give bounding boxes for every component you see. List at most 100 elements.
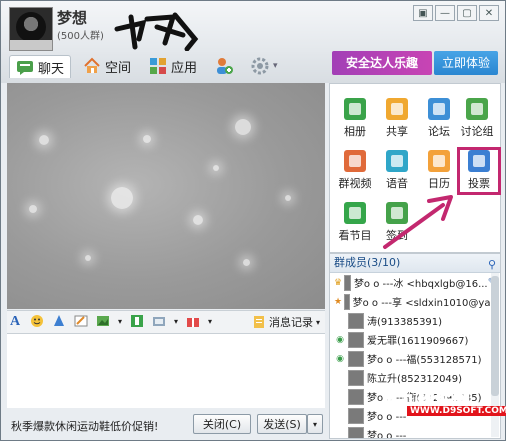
bokeh-light xyxy=(143,135,151,143)
font-icon[interactable]: A xyxy=(7,314,23,330)
bokeh-light xyxy=(29,205,37,213)
member-row[interactable]: ◉ 爱无罪(1611909667) xyxy=(330,330,500,349)
skin-button[interactable]: ▣ xyxy=(413,5,433,21)
shake-icon[interactable] xyxy=(51,314,67,330)
chevron-down-icon[interactable]: ▾ xyxy=(173,314,179,330)
search-icon[interactable]: ⚲ xyxy=(488,256,496,274)
member-count-title: 群成员(3/10) xyxy=(334,256,401,269)
member-avatar xyxy=(348,388,364,405)
chevron-down-icon[interactable]: ▾ xyxy=(207,314,213,330)
music-icon[interactable] xyxy=(129,314,145,330)
watermark-url: WWW.D9SOFT.COM xyxy=(407,406,506,416)
member-scroll-thumb[interactable] xyxy=(491,276,499,396)
vote-highlight-box xyxy=(457,147,501,195)
doodle-icon[interactable] xyxy=(73,314,89,330)
chevron-down-icon: ▾ xyxy=(316,317,321,327)
bokeh-light xyxy=(39,135,49,145)
discussion-icon xyxy=(466,98,488,120)
ad-link[interactable]: 秋季爆款休闲运动鞋低价促销! xyxy=(11,418,158,434)
blank-badge xyxy=(334,429,346,439)
history-icon xyxy=(254,316,264,328)
site-watermark: 第九软件网 WWW.D9SOFT.COM xyxy=(373,385,506,419)
tab-apps-label: 应用 xyxy=(171,60,198,76)
status-icon: ◉ xyxy=(336,353,344,364)
message-input[interactable] xyxy=(7,334,325,408)
group-member-count: (500人群) xyxy=(57,31,104,42)
member-avatar xyxy=(348,331,364,348)
member-avatar xyxy=(348,426,364,438)
app-shows[interactable]: 看节目 xyxy=(334,202,376,248)
album-icon xyxy=(344,98,366,120)
chat-message-area[interactable] xyxy=(7,83,325,309)
chat-icon xyxy=(17,61,33,75)
home-icon xyxy=(84,57,100,73)
window-header: 梦想 (500人群) ▣ — ▢ ✕ 聊天 空间 应用 ▾ 安全达人乐趣 立即体… xyxy=(1,1,505,83)
member-avatar xyxy=(348,407,364,424)
blank-badge xyxy=(334,315,346,327)
member-row[interactable]: ★ 梦o o ---享 <sldxin1010@ya... xyxy=(330,292,500,311)
emoji-icon[interactable] xyxy=(29,314,45,330)
tab-chat[interactable]: 聊天 xyxy=(9,55,72,78)
member-row[interactable]: ♛梦o o ---冰 <hbqxlgb@16...✎ xyxy=(330,273,500,292)
add-member-button[interactable] xyxy=(209,55,239,77)
folder-icon xyxy=(386,98,408,120)
member-avatar xyxy=(348,312,364,329)
app-label: 相册 xyxy=(344,125,366,138)
apps-icon xyxy=(150,58,167,74)
member-name: 爱无罪(1611909667) xyxy=(367,336,469,347)
message-history-button[interactable]: 消息记录 ▾ xyxy=(252,314,320,330)
close-window-button[interactable]: ✕ xyxy=(479,5,499,21)
window-controls: ▣ — ▢ ✕ xyxy=(413,5,499,21)
member-name: 梦o o ---冰 <hbqxlgb@16... xyxy=(353,279,488,290)
member-list-header: 群成员(3/10) ⚲ xyxy=(330,254,500,273)
bokeh-light xyxy=(111,187,133,209)
bottom-bar: 秋季爆款休闲运动鞋低价促销! 关闭(C) 发送(S) ▾ xyxy=(7,411,325,437)
bokeh-light xyxy=(235,119,251,135)
app-calendar[interactable]: 日历 xyxy=(418,150,460,196)
maximize-button[interactable]: ▢ xyxy=(457,5,477,21)
screenshot-icon[interactable] xyxy=(151,314,167,330)
admin-badge-icon: ★ xyxy=(334,296,343,307)
brush-calligraphy-logo xyxy=(114,12,199,51)
image-icon[interactable] xyxy=(95,314,111,330)
app-album[interactable]: 相册 xyxy=(334,98,376,144)
app-label: 语音 xyxy=(386,177,408,190)
member-avatar xyxy=(344,274,351,291)
promo-try-button[interactable]: 立即体验 xyxy=(434,51,498,75)
send-button[interactable]: 发送(S) xyxy=(257,414,307,434)
calendar-icon xyxy=(428,150,450,172)
member-row[interactable]: 涛(913385391) xyxy=(330,311,500,330)
forum-icon xyxy=(428,98,450,120)
app-share[interactable]: 共享 xyxy=(376,98,418,144)
group-avatar[interactable] xyxy=(9,7,53,51)
promo-banner[interactable]: 安全达人乐趣 xyxy=(332,51,432,75)
video-icon xyxy=(344,150,366,172)
close-button[interactable]: 关闭(C) xyxy=(193,414,251,434)
chevron-down-icon: ▾ xyxy=(273,61,278,71)
bokeh-light xyxy=(85,255,91,261)
history-label: 消息记录 xyxy=(269,316,313,329)
member-row[interactable]: ◉ 梦o o ---福(553128571) xyxy=(330,349,500,368)
tab-space-label: 空间 xyxy=(105,60,132,76)
app-discussion[interactable]: 讨论组 xyxy=(454,98,500,144)
tab-apps[interactable]: 应用 xyxy=(143,55,203,77)
member-avatar xyxy=(348,350,364,367)
chat-window: 梦想 (500人群) ▣ — ▢ ✕ 聊天 空间 应用 ▾ 安全达人乐趣 立即体… xyxy=(0,0,506,441)
bokeh-light xyxy=(193,215,203,225)
app-label: 群视频 xyxy=(338,177,372,190)
app-voice[interactable]: 语音 xyxy=(376,150,418,196)
gift-icon[interactable] xyxy=(185,314,201,330)
app-label: 共享 xyxy=(386,125,408,138)
gear-icon xyxy=(251,57,269,75)
minimize-button[interactable]: — xyxy=(435,5,455,21)
annotation-arrow xyxy=(383,195,453,249)
send-options-button[interactable]: ▾ xyxy=(307,414,323,434)
member-name: 涛(913385391) xyxy=(367,317,443,328)
tab-space[interactable]: 空间 xyxy=(77,55,137,77)
settings-button[interactable]: ▾ xyxy=(245,55,284,77)
chevron-down-icon[interactable]: ▾ xyxy=(117,314,123,330)
member-avatar xyxy=(344,293,350,310)
app-group-video[interactable]: 群视频 xyxy=(334,150,376,196)
member-row[interactable]: 梦o o --- xyxy=(330,425,500,439)
blank-badge xyxy=(334,391,346,403)
